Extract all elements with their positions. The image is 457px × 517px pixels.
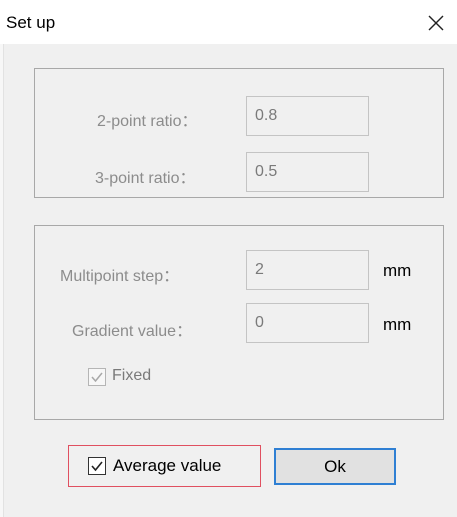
multipoint-step-field[interactable] [246, 250, 369, 290]
fixed-checkbox[interactable] [88, 368, 106, 386]
fixed-label: Fixed [112, 367, 152, 384]
checkmark-icon [91, 461, 103, 472]
setup-dialog: Set up 2-point ratio： 3-point ratio： Mul… [0, 0, 457, 517]
title-bar: Set up [0, 0, 457, 44]
two-point-ratio-label: 2-point ratio： [97, 113, 198, 130]
gradient-value-field[interactable] [246, 303, 369, 343]
window-edge [0, 0, 4, 517]
three-point-ratio-label: 3-point ratio： [95, 170, 196, 187]
multipoint-step-label: Multipoint step： [60, 268, 180, 285]
average-value-checkbox-row[interactable]: Average value [68, 445, 261, 487]
average-value-checkbox[interactable] [88, 457, 106, 475]
multipoint-unit: mm [383, 261, 412, 280]
close-icon[interactable] [425, 12, 447, 34]
dialog-title: Set up [6, 13, 56, 32]
gradient-value-label: Gradient value： [72, 323, 193, 340]
average-value-label: Average value [113, 456, 222, 475]
ok-button[interactable]: Ok [274, 448, 396, 485]
gradient-unit: mm [383, 315, 412, 334]
three-point-ratio-field[interactable] [246, 152, 369, 192]
checkmark-icon [91, 372, 103, 383]
two-point-ratio-field[interactable] [246, 96, 369, 136]
